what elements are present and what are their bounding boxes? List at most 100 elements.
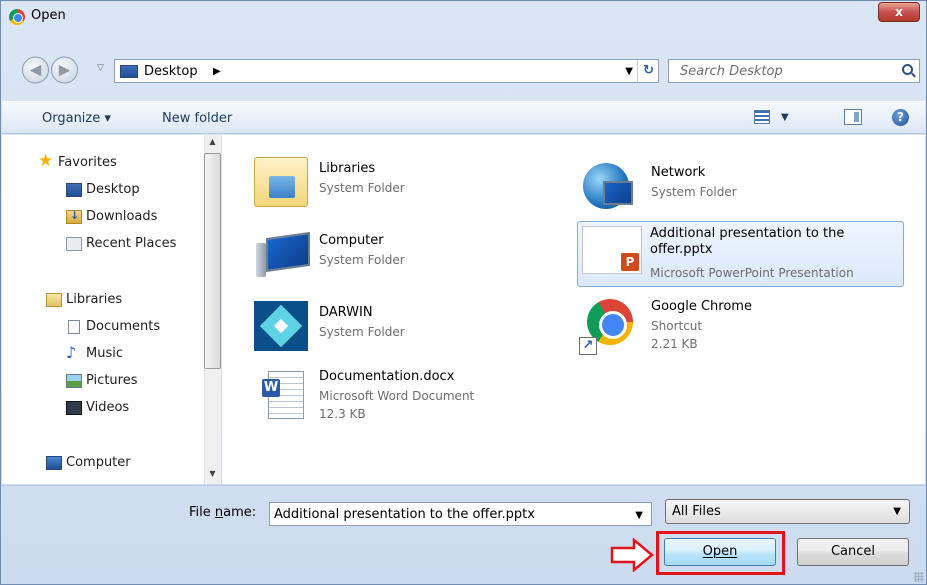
shortcut-arrow-icon: ↗ <box>579 337 597 355</box>
nav-computer[interactable]: Computer <box>46 455 131 470</box>
file-type-filter-value: All Files <box>672 504 721 519</box>
nav-item-desktop[interactable]: Desktop <box>66 182 140 197</box>
file-item-type: System Folder <box>651 185 737 199</box>
search-icon[interactable] <box>902 64 913 75</box>
nav-scrollbar-thumb[interactable] <box>204 153 221 369</box>
forward-arrow-icon: ▶ <box>58 60 71 79</box>
recent-locations-dropdown[interactable]: ▽ <box>97 63 104 73</box>
command-toolbar: Organize ▾ New folder ▼ ? <box>2 101 925 134</box>
file-item-documentation[interactable]: Documentation.docx Microsoft Word Docume… <box>248 367 578 433</box>
file-item-type: System Folder <box>319 253 405 267</box>
file-type-filter-select[interactable]: All Files ▼ <box>665 499 910 524</box>
libraries-icon <box>46 293 62 307</box>
red-arrow-annotation-icon <box>610 538 654 572</box>
downloads-folder-icon <box>66 209 82 224</box>
file-item-name: Network <box>651 165 706 180</box>
open-button[interactable]: Open <box>664 538 776 566</box>
file-name-label-part: ame: <box>223 505 257 520</box>
title-bar: Open x <box>1 1 926 31</box>
nav-favorites[interactable]: ★ Favorites <box>38 151 117 171</box>
star-icon: ★ <box>38 151 54 171</box>
file-name-value[interactable]: Additional presentation to the offer.ppt… <box>274 507 535 522</box>
powerpoint-file-icon <box>582 226 642 274</box>
music-note-icon: ♪ <box>66 343 77 362</box>
file-item-type: Microsoft PowerPoint Presentation <box>650 266 854 280</box>
scroll-down-icon[interactable]: ▼ <box>204 469 221 483</box>
search-placeholder: Search Desktop <box>680 64 783 79</box>
darwin-icon <box>254 301 308 351</box>
file-item-name: Google Chrome <box>651 299 752 314</box>
divider <box>1 485 926 486</box>
change-view-icon[interactable] <box>754 110 770 124</box>
file-name-dropdown-icon[interactable]: ▼ <box>635 510 643 521</box>
cancel-button[interactable]: Cancel <box>797 538 909 566</box>
nav-item-label: Recent Places <box>86 236 177 251</box>
breadcrumb-arrow-icon[interactable]: ▶ <box>213 66 221 77</box>
nav-favorites-label: Favorites <box>58 155 117 170</box>
file-item-pptx[interactable]: Additional presentation to the offer.ppt… <box>577 221 904 287</box>
file-name-label: File name: <box>189 505 256 520</box>
search-input[interactable]: Search Desktop <box>668 59 920 83</box>
file-item-computer[interactable]: Computer System Folder <box>248 227 578 287</box>
documents-icon <box>68 320 80 334</box>
nav-item-downloads[interactable]: Downloads <box>66 209 158 224</box>
window-title: Open <box>31 8 66 23</box>
library-folder-icon <box>254 157 308 207</box>
file-item-google-chrome[interactable]: ↗ Google Chrome Shortcut 2.21 KB <box>577 297 907 357</box>
forward-button[interactable]: ▶ <box>51 56 78 84</box>
file-name-input[interactable]: Additional presentation to the offer.ppt… <box>269 502 652 526</box>
pictures-icon <box>66 374 82 388</box>
preview-pane-icon[interactable] <box>844 109 862 125</box>
file-item-name: Computer <box>319 233 384 248</box>
videos-icon <box>66 401 82 415</box>
navigation-pane: ★ Favorites Desktop Downloads Recent Pla… <box>2 135 220 484</box>
address-dropdown-icon[interactable]: ▼ <box>625 66 633 77</box>
nav-item-recent-places[interactable]: Recent Places <box>66 236 177 251</box>
file-item-libraries[interactable]: Libraries System Folder <box>248 153 578 213</box>
file-list: Libraries System Folder Network System F… <box>222 135 925 484</box>
nav-item-label: Downloads <box>86 209 158 224</box>
address-location[interactable]: Desktop <box>144 64 198 79</box>
file-item-size: 12.3 KB <box>319 407 366 421</box>
scroll-up-icon[interactable]: ▲ <box>204 137 221 151</box>
file-item-name: Additional presentation to the offer.ppt… <box>650 226 845 257</box>
close-button[interactable]: x <box>878 2 920 22</box>
file-item-type: System Folder <box>319 181 405 195</box>
nav-item-label: Videos <box>86 400 130 415</box>
nav-libraries-label: Libraries <box>66 292 123 307</box>
file-item-size: 2.21 KB <box>651 337 698 351</box>
chrome-app-icon <box>9 9 25 25</box>
view-options-dropdown-icon[interactable]: ▼ <box>781 112 789 123</box>
back-button[interactable]: ◀ <box>22 56 49 84</box>
nav-item-label: Documents <box>86 319 161 334</box>
new-folder-button[interactable]: New folder <box>162 111 232 126</box>
address-bar[interactable]: Desktop ▶ ▼ ↻ <box>114 59 659 83</box>
desktop-icon <box>120 65 138 78</box>
file-item-darwin[interactable]: DARWIN System Folder <box>248 297 578 357</box>
help-icon[interactable]: ? <box>892 109 909 126</box>
recent-places-icon <box>66 237 82 251</box>
file-item-name: Documentation.docx <box>319 369 455 384</box>
network-globe-icon <box>583 163 633 209</box>
file-item-type: Microsoft Word Document <box>319 389 475 403</box>
nav-item-documents[interactable]: Documents <box>68 319 161 334</box>
file-name-label-part: File <box>189 505 215 520</box>
nav-computer-label: Computer <box>66 455 131 470</box>
open-button-label: Open <box>702 544 738 559</box>
file-name-label-accel: n <box>214 505 224 520</box>
file-item-name: Libraries <box>319 161 376 176</box>
resize-grip[interactable] <box>914 572 924 582</box>
nav-item-music[interactable]: ♪ Music <box>66 343 123 362</box>
file-item-network[interactable]: Network System Folder <box>577 157 907 217</box>
computer-icon <box>46 456 62 470</box>
address-divider <box>637 60 638 82</box>
nav-item-pictures[interactable]: Pictures <box>66 373 138 388</box>
filter-dropdown-icon[interactable]: ▼ <box>893 506 901 517</box>
nav-libraries[interactable]: Libraries <box>46 292 123 307</box>
nav-item-label: Music <box>86 346 123 361</box>
refresh-icon[interactable]: ↻ <box>643 63 654 78</box>
open-file-dialog: Open x ◀ ▶ ▽ Desktop ▶ ▼ ↻ Search Deskto… <box>0 0 927 585</box>
nav-item-label: Pictures <box>86 373 138 388</box>
organize-button[interactable]: Organize ▾ <box>42 111 111 126</box>
nav-item-videos[interactable]: Videos <box>66 400 130 415</box>
